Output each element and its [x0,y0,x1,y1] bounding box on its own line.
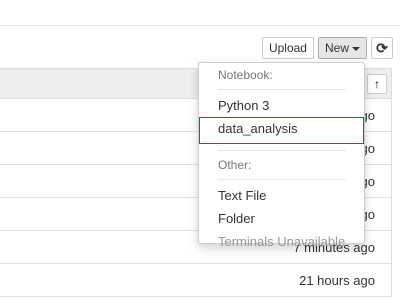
file-toolbar: Upload New ⟳ [261,37,393,59]
file-row[interactable]: 21 hours ago [0,264,392,297]
upload-button[interactable]: Upload [261,37,314,59]
menu-item-python3[interactable]: Python 3 [199,94,364,117]
menu-item-text-file[interactable]: Text File [199,184,364,207]
modified-time: 21 hours ago [299,272,375,288]
other-section-header: Other: [218,158,252,172]
new-button[interactable]: New [317,37,367,59]
caret-down-icon [352,46,360,51]
new-dropdown-menu: Notebook: Python 3 data_analysis Other: … [198,62,365,249]
jupyter-file-browser: Upload New ⟳ ↑ ago go go go 7 minutes ag… [0,0,409,302]
menu-divider [218,150,346,151]
menu-item-terminals-unavailable: Terminals Unavailable [218,234,346,249]
menu-divider [218,89,346,90]
menu-item-folder[interactable]: Folder [199,207,364,230]
menu-divider [218,179,346,180]
refresh-button[interactable]: ⟳ [371,37,393,59]
sort-by-modified-button[interactable]: ↑ [367,74,387,94]
arrow-up-icon: ↑ [374,77,380,91]
new-button-label: New [324,41,349,55]
menu-item-data-analysis[interactable]: data_analysis [199,117,364,144]
notebook-section-header: Notebook: [218,68,273,82]
header-divider [0,25,400,26]
refresh-icon: ⟳ [376,39,388,56]
